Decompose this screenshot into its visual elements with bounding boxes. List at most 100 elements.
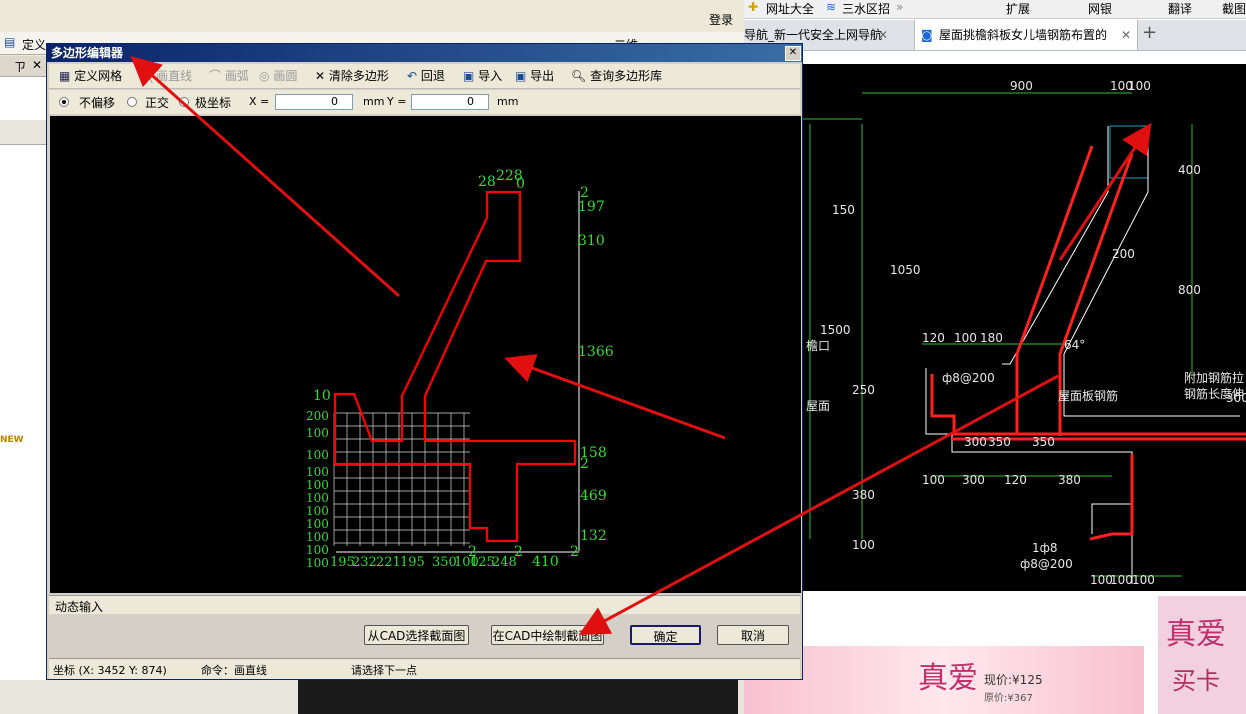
right-dim-label: 310 — [578, 233, 605, 249]
cad-dim: 800 — [1178, 283, 1201, 297]
top-dim-label: 28 — [478, 174, 496, 190]
search-icon: 🔍︎ — [571, 69, 587, 83]
cancel-button[interactable]: 取消 — [717, 625, 789, 645]
left-dim-label: 100 — [306, 491, 329, 505]
top-dim-label: 0 — [516, 176, 525, 192]
bottom-dim-label: 195 — [400, 555, 425, 570]
y-unit: mm — [497, 95, 519, 108]
vertex-label: 2 — [570, 544, 579, 560]
new-badge: NEW — [0, 435, 24, 445]
clear-polygon-button[interactable]: ✕ 清除多边形 — [315, 66, 389, 86]
radio-no-offset[interactable] — [59, 97, 69, 107]
new-tab-button[interactable]: + — [1142, 22, 1157, 43]
cad-dim: 250 — [852, 383, 875, 397]
toolbar-label: 回退 — [420, 69, 445, 83]
left-dim-label: 100 — [306, 465, 329, 479]
export-button[interactable]: ▣ 导出 — [515, 66, 554, 86]
select-from-cad-button[interactable]: 从CAD选择截面图 — [364, 625, 469, 645]
left-dim-label: 100 — [306, 478, 329, 492]
bookmark-item[interactable]: 翻译 — [1168, 0, 1192, 17]
y-label: Y = — [387, 95, 407, 108]
draw-in-cad-button[interactable]: 在CAD中绘制截面图 — [491, 625, 604, 645]
close-tab-icon[interactable]: ✕ — [878, 20, 888, 50]
dialog-title: 多边形编辑器 — [51, 46, 124, 60]
close-icon[interactable]: ✕ — [785, 46, 801, 61]
login-link[interactable]: 登录 — [709, 11, 733, 28]
cad-dim: 1500 — [820, 323, 851, 337]
tab-label: 导航_新一代安全上网导航 — [744, 28, 883, 42]
left-dim-label: 10 — [313, 388, 331, 404]
dynamic-input-bar[interactable]: 动态输入 — [49, 595, 800, 614]
cad-dim: 900 — [1010, 79, 1033, 93]
cad-dim: 100 — [922, 473, 945, 487]
grid-icon: ▦ — [59, 69, 71, 83]
cad-dim: 380 — [1058, 473, 1081, 487]
cad-dim: 100 — [1132, 573, 1155, 587]
left-dim-label: 100 — [306, 504, 329, 518]
draw-arc-button[interactable]: ⌒ 画弧 — [209, 66, 249, 86]
bookmark-item[interactable]: 截图 — [1222, 0, 1246, 17]
x-unit: mm — [363, 95, 385, 108]
cad-dim: 350 — [988, 435, 1011, 449]
status-command: 命令：画直线 — [201, 664, 267, 677]
x-input[interactable]: 0 — [275, 94, 353, 110]
define-icon: ▤ — [4, 35, 16, 49]
left-dim-labels: 200 100 100 100 100 100 100 100 100 100 … — [306, 409, 329, 570]
ok-button[interactable]: 确定 — [630, 625, 701, 645]
advertisement-banner[interactable]: 真爱 现价:¥125 原价:¥367 真爱 买卡 — [744, 591, 1246, 714]
background-side-panel: ㄗ ✕ NEW — [0, 56, 48, 714]
drawing-canvas[interactable]: 28 228 0 2 197 310 1366 158 2 469 132 2 … — [50, 116, 801, 593]
bookmark-item[interactable]: 扩展 — [1006, 0, 1030, 17]
toolbar-label: 画直线 — [156, 69, 193, 83]
radio-orthogonal[interactable] — [127, 97, 137, 107]
left-dim-label: 100 — [306, 530, 329, 544]
tab-strip: 导航_新一代安全上网导航 ✕ ◙ 屋面挑檐斜板女儿墙钢筋布置的 ✕ + — [744, 20, 1246, 51]
more-icon[interactable]: » — [896, 0, 903, 14]
cad-dim: 300 — [964, 435, 987, 449]
cad-note: 附加钢筋拉 — [1184, 370, 1244, 385]
close-icon[interactable]: ✕ — [32, 58, 42, 72]
arc-icon: ⌒ — [209, 69, 222, 83]
cad-dim: 120 — [922, 331, 945, 345]
cad-dim: 100 — [1128, 79, 1151, 93]
polygon-shape[interactable] — [333, 190, 577, 543]
bookmark-item[interactable]: 网址大全 — [766, 0, 814, 17]
define-grid-button[interactable]: ▦ 定义网格 — [59, 66, 122, 86]
mode-label: 极坐标 — [195, 96, 232, 110]
draw-circle-button[interactable]: ◎ 画圆 — [259, 66, 297, 86]
toolbar-label: 查询多边形库 — [590, 69, 663, 83]
toolbar-label: 导出 — [530, 69, 555, 83]
cad-dim: 1050 — [890, 263, 921, 277]
import-icon: ▣ — [463, 69, 475, 83]
query-polygon-library-button[interactable]: 🔍︎ 查询多边形库 — [571, 66, 662, 86]
tab-label: 屋面挑檐斜板女儿墙钢筋布置的 — [939, 28, 1108, 42]
dialog-titlebar[interactable]: 多边形编辑器 ✕ — [47, 44, 802, 62]
bookmark-item[interactable]: 网银 — [1088, 0, 1112, 17]
toolbar-label: 清除多边形 — [328, 69, 389, 83]
right-dim-label: 1366 — [578, 344, 614, 360]
close-tab-icon[interactable]: ✕ — [1121, 20, 1131, 50]
clear-icon: ✕ — [315, 69, 326, 83]
bookmark-item[interactable]: 三水区招 — [842, 0, 890, 17]
bookmark-icon: ≋ — [826, 0, 837, 14]
radio-polar[interactable] — [179, 97, 189, 107]
status-prompt: 请选择下一点 — [351, 664, 417, 677]
tab-active[interactable]: ◙ 屋面挑檐斜板女儿墙钢筋布置的 ✕ — [914, 20, 1138, 50]
pin-icon[interactable]: ㄗ — [14, 58, 26, 75]
left-dim-label: 100 — [306, 517, 329, 531]
cad-dim: 100 — [954, 331, 977, 345]
bottom-dim-label: 410 — [532, 554, 559, 570]
bottom-dim-label: 248 — [492, 555, 517, 570]
cad-drawing-svg: 900 100 100 1500 150 1050 250 380 100 40… — [802, 79, 1246, 587]
polygon-editor-dialog: 多边形编辑器 ✕ ▦ 定义网格 ╲ 画直线 ⌒ 画弧 ◎ 画圆 ✕ 清除多边形 … — [46, 43, 803, 680]
cad-dim: 300 — [962, 473, 985, 487]
y-input[interactable]: 0 — [411, 94, 489, 110]
vertex-label: 2 — [580, 456, 589, 472]
cad-dim: 120 — [1004, 473, 1027, 487]
undo-button[interactable]: ↶ 回退 — [407, 66, 445, 86]
import-button[interactable]: ▣ 导入 — [463, 66, 502, 86]
circle-icon: ◎ — [259, 69, 270, 83]
left-dim-label: 100 — [306, 448, 329, 462]
draw-line-button[interactable]: ╲ 画直线 — [145, 66, 192, 86]
bg-toolbar-define[interactable]: 定义 — [22, 36, 46, 53]
